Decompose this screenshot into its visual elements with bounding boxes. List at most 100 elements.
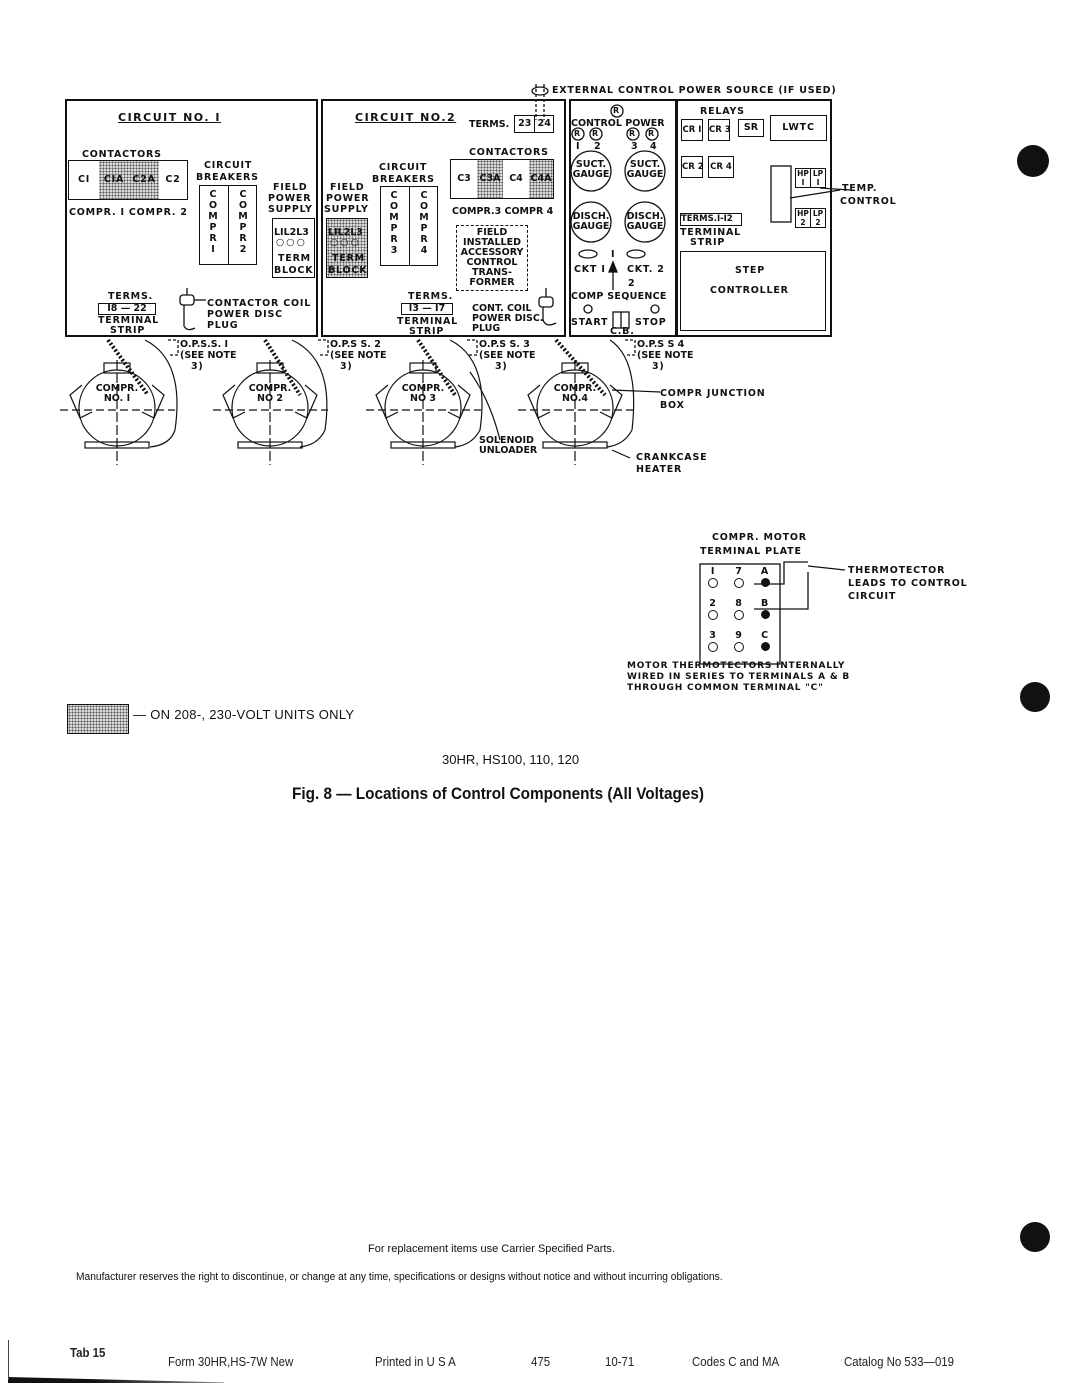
see-note-3: (SEE NOTE [479, 350, 536, 361]
thermotector-leads-c: CIRCUIT [848, 591, 897, 602]
legend-shaded-swatch [67, 704, 129, 734]
temp-control-label-a: TEMP. [842, 183, 878, 194]
r-lamp-4: R [648, 129, 655, 138]
ckt2-label: CKT. 2 [627, 264, 665, 275]
see-note-1: (SEE NOTE [180, 350, 237, 361]
terms2-range-box: I3 — I7 [401, 303, 453, 315]
term-block-label-1b: BLOCK [274, 265, 314, 276]
r-number-3: 3 [631, 141, 639, 152]
lp-switch-2: LP 2 [810, 208, 826, 228]
strip-label-3: STRIP [690, 237, 726, 248]
hp-switch-1: HP I [795, 168, 811, 188]
opss-3-label: O.P.S S. 3 [479, 339, 530, 350]
strip-label-2: STRIP [409, 326, 445, 337]
contactor-c1a: CIA [99, 161, 129, 199]
r-lamp-3: R [629, 129, 636, 138]
relay-cr2: CR 2 [681, 156, 704, 178]
strip-label-1: STRIP [110, 325, 146, 336]
field-label-2b: POWER [326, 193, 370, 204]
model-numbers: 30HR, HS100, 110, 120 [442, 752, 580, 767]
suct-gauge-2: SUCT. GAUGE [625, 160, 665, 180]
relay-sr: SR [738, 119, 764, 137]
breakers-label-1b: BREAKERS [196, 172, 259, 183]
disch-gauge-1: DISCH. GAUGE [571, 212, 611, 232]
term-block-label-2b: BLOCK [328, 265, 368, 276]
thermotector-leads-b: LEADS TO CONTROL [848, 578, 968, 589]
terms-range-box-1: I8 — 22 [98, 303, 156, 315]
gauge-text: GAUGE [626, 221, 664, 232]
term-circles-2: ○○○ [330, 237, 361, 248]
compressor-2-label: COMPR. NO 2 [245, 384, 295, 404]
terminal-stud-icon [734, 610, 744, 620]
terminal-9: 9 [732, 631, 746, 663]
solenoid-label-b: UNLOADER [479, 445, 538, 456]
seq-number-2: 2 [628, 278, 636, 289]
terminal-label: I [710, 566, 716, 577]
seq-number-1: I [611, 249, 616, 260]
gauge-text: GAUGE [572, 221, 610, 232]
temp-control-label-b: CONTROL [840, 196, 897, 207]
breaker-compr-4: C O M P R 4 [419, 190, 429, 256]
note-3-1: 3) [191, 361, 204, 372]
term-24: 24 [537, 118, 551, 129]
compr-labels-1: COMPR. I COMPR. 2 [69, 207, 188, 218]
suct-gauge-1: SUCT. GAUGE [571, 160, 611, 180]
relays-label: RELAYS [700, 106, 745, 117]
figure-caption: Fig. 8 — Locations of Control Components… [292, 784, 704, 803]
legend-text: — ON 208-, 230-VOLT UNITS ONLY [133, 707, 355, 722]
footer-catalog: Catalog No 533—019 [844, 1354, 955, 1369]
relay-cr3: CR 3 [708, 119, 731, 141]
circuit-1-title: CIRCUIT NO. I [118, 111, 221, 124]
contactors-label-2: CONTACTORS [469, 147, 549, 158]
plug-label-1b: POWER DISC [207, 309, 283, 320]
breakers-label-2b: BREAKERS [372, 174, 435, 185]
replacement-note: For replacement items use Carrier Specif… [368, 1243, 615, 1255]
terminal-plate-title-a: COMPR. MOTOR [712, 532, 807, 543]
control-power-label: CONTROL POWER [571, 118, 665, 129]
contactor-c3: C3 [457, 173, 471, 184]
accessory-transformer-text: FIELD INSTALLED ACCESSORY CONTROL TRANS-… [456, 228, 528, 288]
thermotector-note-c: THROUGH COMMON TERMINAL "C" [627, 683, 824, 693]
breaker-compr-3: C O M P R 3 [389, 190, 399, 256]
cb-label: C.B. [610, 326, 635, 337]
thermotector-note-b: WIRED IN SERIES TO TERMINALS A & B [627, 672, 851, 682]
terminal-stud-icon [760, 642, 770, 651]
see-note-4: (SEE NOTE [637, 350, 694, 361]
terminal-stud-icon [760, 578, 770, 587]
terminal-label: 2 [709, 598, 717, 609]
accessory-line: FORMER [469, 277, 515, 288]
controller-label: CONTROLLER [710, 285, 789, 296]
r-lamp-2: R [592, 129, 599, 138]
r-lamp-top: R [613, 106, 620, 115]
field-label-1a: FIELD [273, 182, 308, 193]
note-3-3: 3) [495, 361, 508, 372]
contactor-c3a: C3A [477, 160, 503, 198]
disch-gauge-2: DISCH. GAUGE [625, 212, 665, 232]
lwtc-box: LWTC [770, 115, 827, 141]
breakers-label-1a: CIRCUIT [204, 160, 253, 171]
opss-1-label: O.P.S.S. I [180, 339, 229, 350]
start-button-label: START [571, 317, 609, 328]
breaker-compr-1: C O M P R I [208, 189, 218, 255]
page-edge-left [8, 1340, 9, 1380]
compressor-1-label: COMPR. NO. I [92, 384, 142, 404]
external-power-loop [531, 86, 549, 96]
breaker-compr-2: C O M P R 2 [238, 189, 248, 255]
terminal-stud-icon [760, 610, 770, 619]
terms-label-1: TERMS. [108, 291, 153, 302]
compressor-4-label: COMPR. NO.4 [550, 384, 600, 404]
ckt1-label: CKT I [574, 264, 606, 275]
terms-label-2: TERMS. [469, 119, 510, 130]
r-number-4: 4 [650, 141, 658, 152]
term-circles-1: ○○○ [276, 237, 307, 248]
plug-label-1c: PLUG [207, 320, 239, 331]
terms-23-24: 23 24 [514, 115, 554, 133]
external-power-label: EXTERNAL CONTROL POWER SOURCE (IF USED) [552, 85, 837, 96]
hp-switch-2: HP 2 [795, 208, 811, 228]
terminal-a: A [758, 567, 772, 599]
field-label-2a: FIELD [330, 182, 365, 193]
footer-codes: Codes C and MA [692, 1354, 780, 1369]
terminal-label: 8 [735, 598, 743, 609]
terminal-label: 9 [735, 630, 743, 641]
terminal-label: 7 [735, 566, 743, 577]
